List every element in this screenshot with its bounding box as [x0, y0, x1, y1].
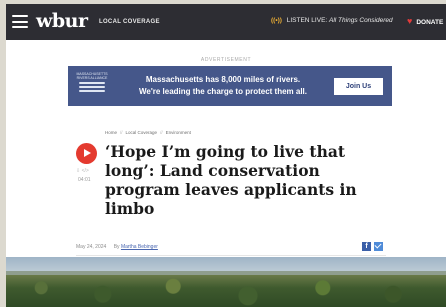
page: wbur LOCAL COVERAGE ((•)) LISTEN LIVE: A…	[6, 4, 446, 307]
site-header: wbur LOCAL COVERAGE ((•)) LISTEN LIVE: A…	[6, 4, 446, 40]
rivers-alliance-logo: MASSACHUSETTS RIVERS ALLIANCE	[76, 72, 108, 100]
menu-icon[interactable]	[12, 15, 28, 28]
download-icon[interactable]: ⇩	[76, 168, 80, 174]
author-link[interactable]: Martha Bebinger	[121, 244, 158, 250]
email-share-icon[interactable]	[374, 242, 383, 251]
site-logo[interactable]: wbur	[36, 10, 88, 32]
listen-live-button[interactable]: ((•)) LISTEN LIVE: All Things Considered	[271, 17, 393, 24]
publish-date: May 24, 2024	[76, 244, 107, 250]
hero-photo	[6, 257, 446, 307]
ad-banner[interactable]: MASSACHUSETTS RIVERS ALLIANCE Massachuse…	[68, 66, 392, 106]
radio-signal-icon: ((•))	[271, 17, 282, 24]
play-audio-button[interactable]	[76, 143, 97, 164]
join-us-button[interactable]: Join Us	[334, 78, 383, 95]
ad-line-1: Massachusetts has 8,000 miles of rivers.	[145, 75, 301, 84]
divider	[76, 255, 386, 256]
donate-label: DONATE	[416, 19, 444, 26]
section-label[interactable]: LOCAL COVERAGE	[99, 19, 160, 25]
article-byline: May 24, 2024 By Martha Bebinger	[76, 244, 158, 250]
breadcrumb-local-coverage[interactable]: Local Coverage	[126, 130, 158, 135]
facebook-share-icon[interactable]: f	[362, 242, 371, 251]
heart-icon: ♥	[407, 16, 413, 26]
audio-tools: ⇩ </>	[76, 168, 89, 174]
breadcrumb: Home//Local Coverage//Environment	[105, 130, 191, 135]
embed-icon[interactable]: </>	[82, 168, 89, 174]
ad-logo-text: MASSACHUSETTS RIVERS ALLIANCE	[76, 72, 108, 80]
live-program-name: All Things Considered	[329, 17, 393, 24]
advertisement-label: ADVERTISEMENT	[200, 57, 252, 63]
byline-prefix: By	[113, 244, 120, 250]
article-headline: ‘Hope I’m going to live that long’: Land…	[105, 142, 357, 218]
ad-text: Massachusetts has 8,000 miles of rivers.…	[118, 74, 328, 98]
ad-line-2: We're leading the charge to protect them…	[138, 87, 307, 96]
listen-live-label: LISTEN LIVE:	[286, 17, 328, 24]
audio-duration: 04:01	[78, 177, 91, 183]
breadcrumb-home[interactable]: Home	[105, 130, 117, 135]
donate-button[interactable]: ♥ DONATE	[407, 16, 443, 26]
breadcrumb-environment[interactable]: Environment	[166, 130, 191, 135]
